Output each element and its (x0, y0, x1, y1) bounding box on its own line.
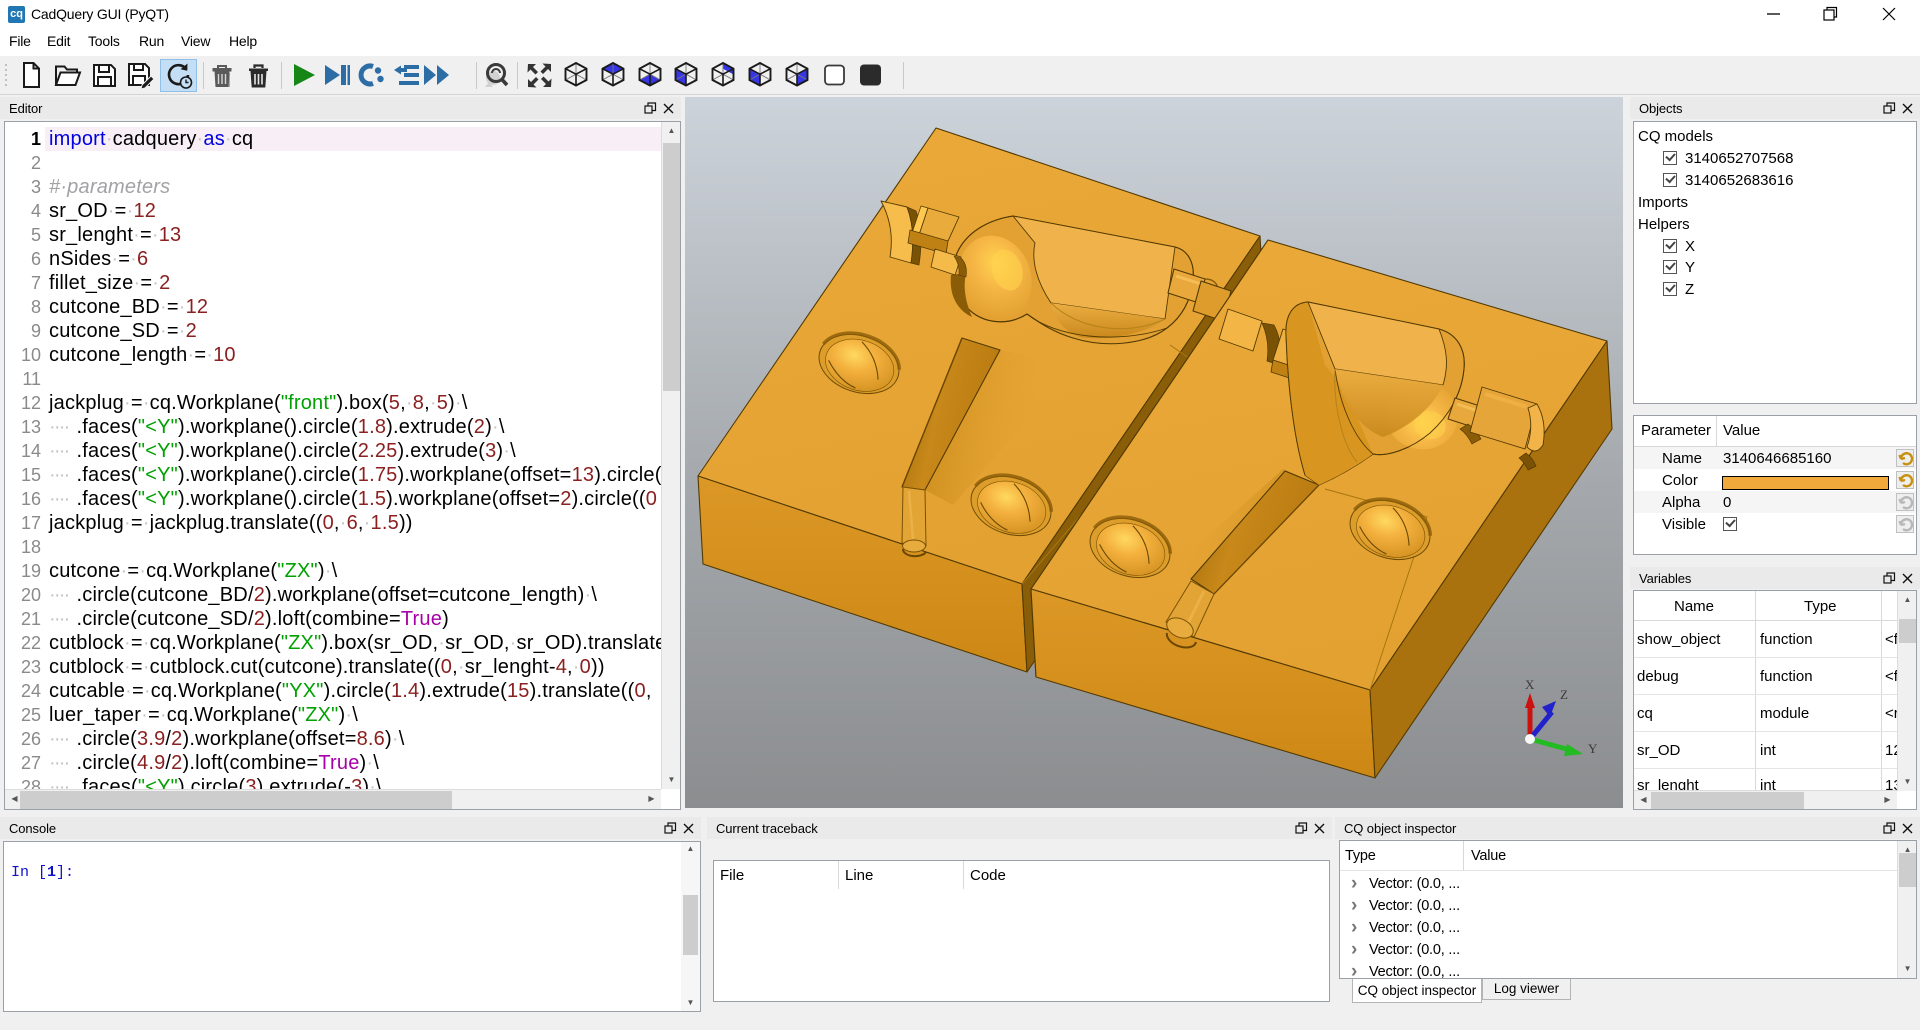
svg-text:Y: Y (1588, 741, 1598, 756)
svg-text:X: X (1525, 677, 1535, 692)
svg-text:Z: Z (1560, 687, 1568, 702)
